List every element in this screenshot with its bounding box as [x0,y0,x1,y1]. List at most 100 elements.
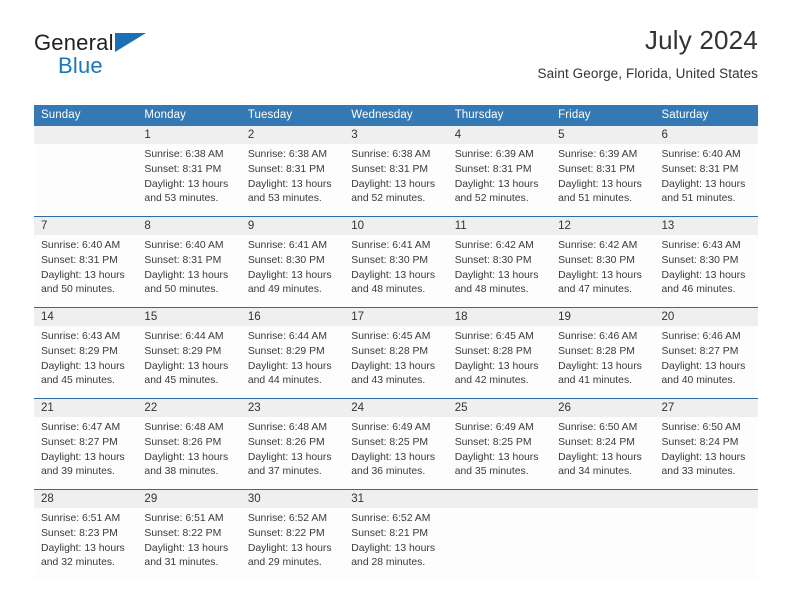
sunset-text: Sunset: 8:31 PM [351,163,429,175]
sunset-text: Sunset: 8:21 PM [351,527,429,539]
sunrise-text: Sunrise: 6:39 AM [454,149,534,160]
weekday-header-thursday: Thursday [447,105,552,126]
day-number[interactable]: 18 [447,307,552,326]
day-number[interactable]: 17 [344,307,448,326]
daylight-text: Daylight: 13 hours and 40 minutes. [661,360,746,387]
daylight-text: Daylight: 13 hours and 49 minutes. [247,269,332,296]
day-number[interactable]: 15 [137,307,241,326]
sunset-text: Sunset: 8:29 PM [247,345,325,357]
day-number[interactable]: 28 [34,489,138,508]
daylight-text: Daylight: 13 hours and 34 minutes. [558,451,642,478]
daylight-text: Daylight: 13 hours and 52 minutes. [454,178,539,205]
day-number[interactable] [551,489,655,508]
sunset-text: Sunset: 8:27 PM [41,436,118,448]
day-number[interactable]: 13 [654,216,758,235]
sunrise-text: Sunrise: 6:43 AM [41,331,121,342]
page-subtitle: Saint George, Florida, United States [537,65,758,81]
logo-text-blue: Blue [58,53,103,78]
sunset-text: Sunset: 8:31 PM [661,163,739,175]
day-number[interactable]: 30 [240,489,345,508]
day-cell: Sunrise: 6:47 AM Sunset: 8:27 PM Dayligh… [34,417,138,490]
day-number[interactable]: 20 [654,307,758,326]
day-cell: Sunrise: 6:41 AM Sunset: 8:30 PM Dayligh… [240,235,345,308]
daylight-text: Daylight: 13 hours and 39 minutes. [41,451,125,478]
day-number[interactable]: 16 [240,307,345,326]
day-number[interactable]: 1 [137,126,241,144]
day-number[interactable]: 8 [137,216,241,235]
day-cell: Sunrise: 6:41 AM Sunset: 8:30 PM Dayligh… [344,235,448,308]
day-cell: Sunrise: 6:40 AM Sunset: 8:31 PM Dayligh… [654,144,758,217]
daylight-text: Daylight: 13 hours and 37 minutes. [247,451,332,478]
daylight-text: Daylight: 13 hours and 41 minutes. [558,360,642,387]
day-number[interactable]: 14 [34,307,138,326]
day-cell: Sunrise: 6:43 AM Sunset: 8:30 PM Dayligh… [654,235,758,308]
daylight-text: Daylight: 13 hours and 29 minutes. [247,542,332,569]
daylight-text: Daylight: 13 hours and 53 minutes. [144,178,229,205]
day-number[interactable]: 12 [551,216,655,235]
day-number[interactable]: 21 [34,398,138,417]
week-details: Sunrise: 6:47 AM Sunset: 8:27 PM Dayligh… [34,417,758,490]
day-number[interactable]: 4 [447,126,552,144]
sunrise-text: Sunrise: 6:41 AM [247,240,327,251]
daylight-text: Daylight: 13 hours and 47 minutes. [558,269,642,296]
daylight-text: Daylight: 13 hours and 51 minutes. [558,178,642,205]
sunrise-text: Sunrise: 6:49 AM [454,422,534,433]
daylight-text: Daylight: 13 hours and 48 minutes. [454,269,539,296]
sunset-text: Sunset: 8:30 PM [247,254,325,266]
sunrise-text: Sunrise: 6:48 AM [144,422,224,433]
sunset-text: Sunset: 8:30 PM [558,254,635,266]
day-number[interactable]: 22 [137,398,241,417]
calendar-page: General Blue July 2024 Saint George, Flo… [0,0,792,612]
day-cell: Sunrise: 6:42 AM Sunset: 8:30 PM Dayligh… [551,235,655,308]
daylight-text: Daylight: 13 hours and 33 minutes. [661,451,746,478]
week-daynumbers: 14 15 16 17 18 19 20 [34,307,758,326]
day-cell: Sunrise: 6:49 AM Sunset: 8:25 PM Dayligh… [447,417,552,490]
day-number[interactable]: 25 [447,398,552,417]
day-number[interactable]: 3 [344,126,448,144]
day-number[interactable]: 6 [654,126,758,144]
day-cell: Sunrise: 6:45 AM Sunset: 8:28 PM Dayligh… [344,326,448,399]
sunrise-text: Sunrise: 6:38 AM [247,149,327,160]
day-number[interactable]: 2 [240,126,345,144]
sunrise-text: Sunrise: 6:42 AM [558,240,638,251]
week-daynumbers: 21 22 23 24 25 26 27 [34,398,758,417]
sunset-text: Sunset: 8:30 PM [351,254,429,266]
day-cell: Sunrise: 6:48 AM Sunset: 8:26 PM Dayligh… [240,417,345,490]
logo-triangle-icon [115,33,146,52]
daylight-text: Daylight: 13 hours and 36 minutes. [351,451,436,478]
sunset-text: Sunset: 8:29 PM [144,345,222,357]
daylight-text: Daylight: 13 hours and 53 minutes. [247,178,332,205]
sunrise-text: Sunrise: 6:51 AM [41,513,121,524]
day-number[interactable]: 9 [240,216,345,235]
daylight-text: Daylight: 13 hours and 51 minutes. [661,178,746,205]
day-cell: Sunrise: 6:38 AM Sunset: 8:31 PM Dayligh… [137,144,241,217]
sunset-text: Sunset: 8:25 PM [454,436,532,448]
sunrise-text: Sunrise: 6:50 AM [661,422,741,433]
day-number[interactable] [447,489,552,508]
sunset-text: Sunset: 8:28 PM [351,345,429,357]
sunrise-text: Sunrise: 6:42 AM [454,240,534,251]
day-number[interactable]: 29 [137,489,241,508]
day-cell [447,508,552,580]
sunset-text: Sunset: 8:31 PM [247,163,325,175]
day-number[interactable]: 26 [551,398,655,417]
daylight-text: Daylight: 13 hours and 42 minutes. [454,360,539,387]
day-cell [34,144,138,217]
day-number[interactable]: 27 [654,398,758,417]
sunrise-text: Sunrise: 6:44 AM [144,331,224,342]
day-number[interactable] [34,126,138,144]
day-number[interactable]: 11 [447,216,552,235]
day-number[interactable]: 24 [344,398,448,417]
day-cell: Sunrise: 6:51 AM Sunset: 8:23 PM Dayligh… [34,508,138,580]
day-number[interactable] [654,489,758,508]
day-number[interactable]: 31 [344,489,448,508]
day-number[interactable]: 23 [240,398,345,417]
general-blue-logo[interactable]: General Blue [34,26,154,77]
day-number[interactable]: 19 [551,307,655,326]
day-number[interactable]: 10 [344,216,448,235]
sunset-text: Sunset: 8:24 PM [558,436,635,448]
day-number[interactable]: 7 [34,216,138,235]
day-number[interactable]: 5 [551,126,655,144]
daylight-text: Daylight: 13 hours and 52 minutes. [351,178,436,205]
sunset-text: Sunset: 8:27 PM [661,345,739,357]
